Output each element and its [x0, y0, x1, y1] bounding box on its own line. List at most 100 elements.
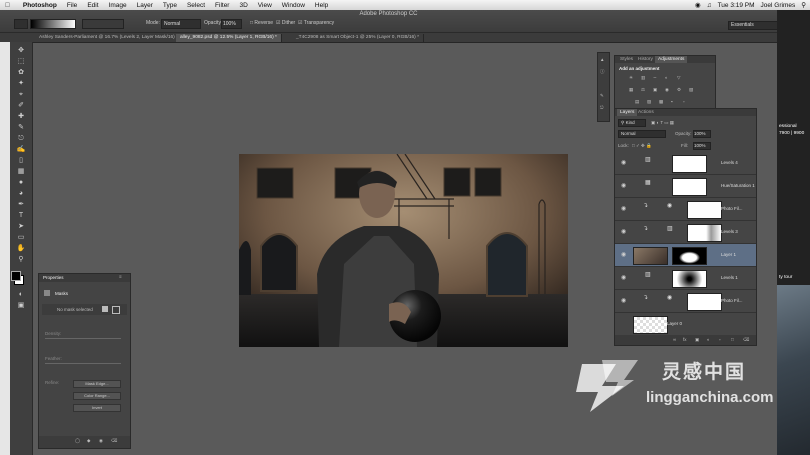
layer-name[interactable]: Hue/Saturation 1	[721, 183, 755, 188]
visibility-eye-icon[interactable]: ◉	[621, 251, 626, 258]
threshold-icon[interactable]: ▩	[659, 99, 663, 105]
add-mask-icon[interactable]: ▣	[695, 337, 699, 343]
layer-pixel-thumb[interactable]	[633, 316, 668, 334]
channel-mixer-icon[interactable]: ⚙	[677, 87, 681, 93]
user-name[interactable]: Joel Grimes	[761, 2, 796, 9]
visibility-eye-icon[interactable]: ◉	[621, 159, 626, 166]
black-white-icon[interactable]: ▣	[653, 87, 657, 93]
reverse-checkbox[interactable]: □ Reverse	[250, 20, 273, 26]
healing-tool-icon[interactable]: ✚	[14, 112, 28, 121]
photo-filter-icon[interactable]: ◉	[665, 87, 669, 93]
gradient-swatch[interactable]	[30, 19, 76, 29]
layer-mask-thumb[interactable]	[672, 178, 707, 196]
add-pixel-mask-icon[interactable]	[102, 306, 108, 312]
hue-saturation-icon[interactable]: ▦	[629, 87, 633, 93]
layer-mask-thumb[interactable]	[672, 155, 707, 173]
density-slider[interactable]	[45, 338, 121, 339]
fill-input[interactable]: 100%	[693, 142, 711, 150]
quick-mask-icon[interactable]: ◐	[14, 290, 28, 299]
menu-app[interactable]: Photoshop	[15, 2, 62, 9]
layer-row[interactable]: ◉ ↴ ◉ Photo Fil...	[615, 198, 756, 221]
menu-filter[interactable]: Filter	[210, 2, 234, 9]
layer-mask-thumb[interactable]	[672, 270, 707, 288]
crop-tool-icon[interactable]: ⌖	[14, 90, 28, 99]
layer-mask-thumb[interactable]	[687, 224, 722, 242]
add-vector-mask-icon[interactable]	[112, 306, 120, 314]
menu-view[interactable]: View	[253, 2, 277, 9]
tab-parliament[interactable]: Ashley Sanders-Parliament @ 16.7% (Level…	[35, 34, 183, 42]
layer-mask-thumb[interactable]	[672, 247, 707, 265]
blend-mode-select[interactable]: Normal	[618, 130, 666, 138]
layer-row[interactable]: Layer 0	[615, 313, 756, 335]
menu-help[interactable]: Help	[310, 2, 333, 9]
visibility-toggle-icon[interactable]: ◉	[99, 438, 103, 444]
quick-select-tool-icon[interactable]: ✦	[14, 79, 28, 88]
eraser-tool-icon[interactable]: ▯	[14, 156, 28, 165]
tab-smart-object[interactable]: _T4C2908 as Smart Object-1 @ 25% (Layer …	[292, 34, 424, 42]
new-adjustment-icon[interactable]: ◐	[707, 337, 710, 342]
brush-panel-icon[interactable]: ✎	[600, 93, 604, 99]
zoom-tool-icon[interactable]: ⚲	[14, 255, 28, 264]
trash-icon[interactable]: ⌫	[111, 438, 117, 444]
layer-row[interactable]: ◉ ▥ Levels 4	[615, 152, 756, 175]
marquee-tool-icon[interactable]: ⬚	[14, 57, 28, 66]
visibility-eye-icon[interactable]: ◉	[621, 274, 626, 281]
gradient-tool-icon[interactable]: ▦	[14, 167, 28, 176]
tab-styles[interactable]: Styles	[617, 56, 636, 63]
tab-history[interactable]: History	[635, 56, 656, 63]
volume-icon[interactable]: ♫	[707, 2, 712, 9]
delete-layer-icon[interactable]: ⌫	[743, 337, 749, 343]
layer-row-selected[interactable]: ◉ Layer 1	[615, 244, 756, 267]
visibility-eye-icon[interactable]: ◉	[621, 228, 626, 235]
visibility-eye-icon[interactable]: ◉	[621, 297, 626, 304]
layer-pixel-thumb[interactable]	[633, 247, 668, 265]
brightness-icon[interactable]: ☀	[629, 75, 633, 81]
blur-tool-icon[interactable]: ●	[14, 178, 28, 187]
vibrance-icon[interactable]: ▽	[677, 75, 680, 81]
layer-name[interactable]: Layer 1	[721, 252, 736, 257]
color-range-button[interactable]: Color Range...	[73, 392, 121, 400]
layer-row[interactable]: ◉ ▦ Hue/Saturation 1	[615, 175, 756, 198]
clock[interactable]: Tue 3:19 PM	[718, 2, 755, 9]
apple-icon[interactable]: 	[0, 2, 15, 9]
eyedropper-tool-icon[interactable]: ✐	[14, 101, 28, 110]
histogram-icon[interactable]: ▲	[600, 57, 604, 62]
layer-row[interactable]: ◉ ▥ Levels 1	[615, 267, 756, 290]
panel-menu-icon[interactable]: ≡	[119, 274, 122, 279]
history-brush-icon[interactable]: ✍	[14, 145, 28, 154]
clone-source-icon[interactable]: ⎋	[600, 105, 604, 110]
gradient-tool-preset[interactable]	[14, 19, 28, 29]
apply-mask-icon[interactable]: ◆	[87, 438, 90, 444]
dodge-tool-icon[interactable]: ◕	[14, 189, 28, 198]
filter-type-icons[interactable]: ▣ ◐ T ▭ ▦	[651, 120, 674, 126]
type-tool-icon[interactable]: T	[14, 211, 28, 220]
layer-row[interactable]: ◉ ↴ ▥ Levels 3	[615, 221, 756, 244]
layer-name[interactable]: Levels 4	[721, 160, 738, 165]
menu-window[interactable]: Window	[277, 2, 310, 9]
layer-opacity-input[interactable]: 100%	[693, 130, 711, 138]
curves-icon[interactable]: ∽	[653, 75, 657, 81]
wifi-icon[interactable]: ◉	[695, 1, 701, 9]
layer-row[interactable]: ◉ ↴ ◉ Photo Fil...	[615, 290, 756, 313]
color-balance-icon[interactable]: ⚖	[641, 87, 645, 93]
tab-alley[interactable]: alley_9082.psd @ 12.5% (Layer 1, RGB/16)…	[176, 34, 282, 42]
posterize-icon[interactable]: ▨	[647, 99, 651, 105]
lasso-tool-icon[interactable]: ✿	[14, 68, 28, 77]
menu-file[interactable]: File	[62, 2, 82, 9]
pen-tool-icon[interactable]: ✒	[14, 200, 28, 209]
brush-tool-icon[interactable]: ✎	[14, 123, 28, 132]
selective-color-icon[interactable]: ▫	[683, 99, 685, 104]
opacity-input[interactable]: 100%	[221, 19, 242, 29]
spotlight-icon[interactable]: ⚲	[801, 1, 806, 9]
layer-filter-kind[interactable]: ⚲ Kind	[618, 119, 646, 127]
feather-slider[interactable]	[45, 363, 121, 364]
lock-icons[interactable]: □ ✓ ✥ 🔒	[632, 143, 652, 149]
document-canvas[interactable]	[239, 154, 568, 347]
hand-tool-icon[interactable]: ✋	[14, 244, 28, 253]
tab-adjustments[interactable]: Adjustments	[655, 56, 688, 63]
link-layers-icon[interactable]: ∞	[673, 337, 676, 342]
menu-image[interactable]: Image	[104, 2, 132, 9]
layer-name[interactable]: Photo Fil...	[721, 206, 743, 211]
invert-adjust-icon[interactable]: ▤	[635, 99, 639, 105]
layer-name[interactable]: Levels 3	[721, 229, 738, 234]
